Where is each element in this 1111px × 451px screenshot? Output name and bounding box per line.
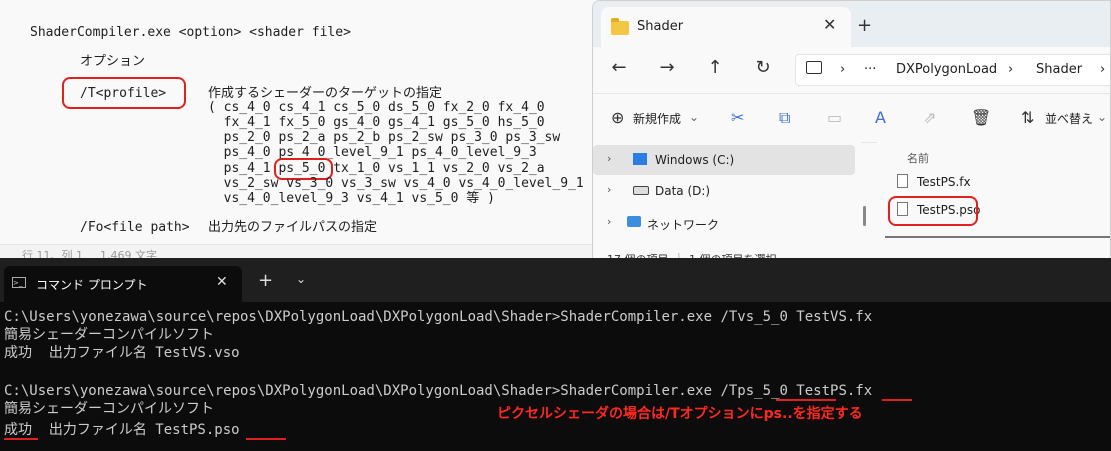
copy-icon[interactable]: ⧉ (779, 108, 790, 128)
chevron-down-icon[interactable]: ⌄ (296, 272, 306, 286)
file-list-pane: 名前 TestPS.fx TestPS.pso (877, 142, 1110, 247)
profile-list-line: ps_4_0 ps_4_0_level_9_1 ps_4_0_level_9_3 (208, 145, 537, 160)
profile-list-line: ps_4_1 ps_5_0 tx_1_0 vs_1_1 vs_2_0 vs_2_… (208, 161, 545, 176)
success-underline (4, 438, 38, 440)
chevron-down-icon[interactable]: ⌄ (689, 110, 699, 124)
pso-underline (246, 438, 286, 440)
drive-icon (633, 186, 649, 195)
explorer-tab[interactable]: Shader ✕ (601, 7, 851, 47)
file-icon (897, 174, 908, 188)
nav-scrollbar[interactable] (863, 206, 866, 226)
profile-list-line: vs_4_0_level_9_3 vs_4_1 vs_5_0 等 ) (208, 191, 495, 206)
options-heading: オプション (80, 54, 146, 69)
annotation-text: ピクセルシェーダの場合は/Tオプションにps..を指定する (497, 406, 863, 422)
breadcrumb-item[interactable]: DXPolygonLoad (896, 62, 997, 77)
profile-highlight (62, 77, 186, 109)
terminal-tab-title: コマンド プロンプト (36, 278, 148, 292)
network-icon (627, 216, 641, 227)
nav-item-label: Windows (C:) (655, 153, 735, 167)
terminal-tab[interactable]: >_ コマンド プロンプト ✕ (4, 266, 242, 302)
new-item-icon[interactable]: ⊕ (611, 108, 624, 127)
terminal-line: C:\Users\yonezawa\source\repos\DXPolygon… (4, 309, 873, 325)
sort-button-label[interactable]: 並べ替え (1045, 110, 1093, 127)
breadcrumb-item[interactable]: Shader (1036, 62, 1082, 77)
profile-list-line: vs_2_sw vs_3_0 vs_3_sw vs_4_0 vs_4_0_lev… (208, 176, 584, 191)
file-name: TestPS.fx (917, 175, 971, 189)
terminal-line: 成功 出力ファイル名 TestPS.pso (4, 422, 240, 438)
profile-list-line: ps_2_0 ps_2_a ps_2_b ps_2_sw ps_3_0 ps_3… (208, 130, 561, 145)
chevron-right-icon: › (840, 62, 846, 77)
close-tab-icon[interactable]: ✕ (823, 15, 836, 34)
refresh-icon[interactable]: ↻ (749, 54, 777, 82)
nav-item-network[interactable]: › ネットワーク (593, 208, 855, 238)
chevron-right-icon: › (1008, 62, 1014, 77)
back-arrow-icon[interactable]: ← (605, 54, 633, 82)
file-explorer-window: Shader ✕ + ← → ↑ ↻ › ··· DXPolygonLoad ›… (592, 0, 1111, 268)
new-button-label[interactable]: 新規作成 (633, 110, 681, 127)
ps-underline (882, 399, 912, 401)
chevron-right-icon: › (1100, 62, 1106, 77)
windows-drive-icon (633, 153, 647, 165)
column-header-name[interactable]: 名前 (907, 150, 929, 166)
forward-arrow-icon[interactable]: → (653, 54, 681, 82)
rename-icon[interactable]: A (875, 108, 886, 127)
explorer-toolbar: ⊕ 新規作成 ⌄ ✂ ⧉ ▭ A ⇗ 🗑 ⇅ 並べ替え ⌄ (593, 93, 1110, 143)
terminal-line: C:\Users\yonezawa\source\repos\DXPolygon… (4, 383, 873, 399)
pso-file-highlight (888, 196, 978, 226)
nav-item-data-d[interactable]: › Data (D:) (593, 176, 855, 206)
navigation-pane: › Windows (C:) › Data (D:) › ネットワーク (593, 142, 861, 247)
terminal-line: 簡易シェーダーコンパイルソフト (4, 327, 214, 343)
chevron-down-icon[interactable]: ⌄ (1097, 110, 1107, 124)
cursor-position: 行 11、列 1 (22, 249, 83, 258)
nav-item-label: ネットワーク (647, 218, 720, 232)
usage-line: ShaderCompiler.exe <option> <shader file… (30, 25, 351, 40)
option-fo: /Fo<file path> (80, 220, 190, 235)
cut-icon[interactable]: ✂ (731, 108, 744, 127)
chevron-right-icon[interactable]: › (607, 152, 611, 165)
address-bar[interactable]: › ··· DXPolygonLoad › Shader › (795, 54, 1110, 86)
computer-icon (806, 61, 822, 74)
folder-icon (611, 18, 629, 35)
file-item[interactable]: TestPS.fx (897, 170, 1097, 194)
terminal-line: 簡易シェーダーコンパイルソフト (4, 401, 214, 417)
nav-item-windows-c[interactable]: › Windows (C:) (593, 145, 855, 175)
more-icon[interactable]: ··· (864, 62, 876, 77)
new-tab-icon[interactable]: + (857, 15, 872, 36)
close-tab-icon[interactable]: ✕ (216, 274, 228, 290)
up-arrow-icon[interactable]: ↑ (701, 54, 729, 82)
explorer-navbar: ← → ↑ ↻ › ··· DXPolygonLoad › Shader › (593, 47, 1110, 91)
paste-icon[interactable]: ▭ (827, 108, 842, 127)
sort-icon[interactable]: ⇅ (1021, 108, 1034, 127)
terminal-tabbar: >_ コマンド プロンプト ✕ + ⌄ (0, 258, 1111, 302)
char-count: 1,469 文字 (100, 249, 157, 258)
horizontal-scrollbar[interactable] (885, 236, 1110, 238)
nav-item-label: Data (D:) (655, 184, 711, 198)
cmd-icon: >_ (12, 277, 26, 288)
chevron-right-icon[interactable]: › (607, 183, 611, 196)
delete-icon[interactable]: 🗑 (971, 108, 991, 127)
terminal-line: 成功 出力ファイル名 TestVS.vso (4, 345, 240, 361)
tps-underline (776, 399, 836, 401)
notepad-statusbar: 行 11、列 1 1,469 文字 (0, 244, 600, 258)
chevron-right-icon[interactable]: › (607, 215, 611, 228)
explorer-tab-title: Shader (637, 19, 684, 34)
profile-list-line: fx_4_1 fx_5_0 gs_4_0 gs_4_1 gs_5_0 hs_5_… (208, 115, 545, 130)
option-fo-desc: 出力先のファイルパスの指定 (208, 220, 378, 235)
new-tab-icon[interactable]: + (258, 270, 273, 291)
explorer-tabbar: Shader ✕ + (593, 1, 1110, 47)
notepad-window: ShaderCompiler.exe <option> <shader file… (0, 0, 600, 258)
profile-list-line: ( cs_4_0 cs_4_1 cs_5_0 ds_5_0 fx_2_0 fx_… (208, 100, 545, 115)
option-profile-desc: 作成するシェーダーのターゲットの指定 (208, 86, 443, 101)
share-icon[interactable]: ⇗ (923, 108, 936, 127)
